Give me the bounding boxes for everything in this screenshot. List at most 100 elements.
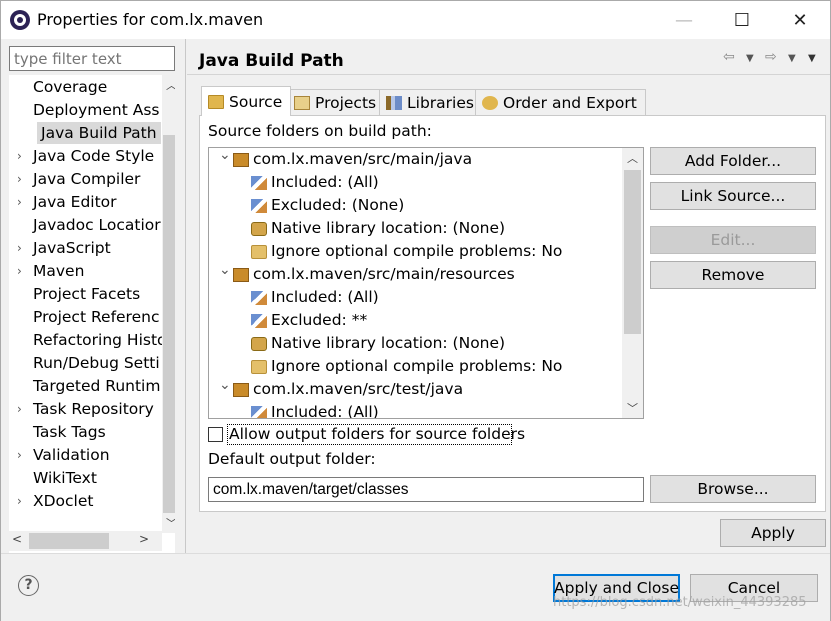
tree-item[interactable]: Project Referenc <box>33 306 159 328</box>
forward-menu-icon[interactable]: ▼ <box>788 53 796 64</box>
row-label: Excluded: ** <box>271 311 368 329</box>
source-tree-scrollbar[interactable]: ︿ ﹀ <box>622 148 643 418</box>
scroll-left-icon[interactable]: < <box>12 532 22 546</box>
scroll-up-icon[interactable]: ︿ <box>166 77 175 93</box>
expand-chevron-icon[interactable]: › <box>17 145 27 167</box>
tab-label: Source <box>229 92 283 111</box>
tree-item[interactable]: Coverage <box>33 76 107 98</box>
tree-item[interactable]: Task Repository <box>33 398 154 420</box>
tree-scroll-thumb[interactable] <box>163 135 175 513</box>
expand-chevron-icon[interactable]: › <box>17 398 27 420</box>
tree-item[interactable]: Refactoring Histo <box>33 329 167 351</box>
tree-item[interactable]: Deployment Ass <box>33 99 160 121</box>
link-source-button[interactable]: Link Source... <box>650 182 816 210</box>
tree-item[interactable]: Java Compiler <box>33 168 140 190</box>
tree-item[interactable]: Validation <box>33 444 110 466</box>
row-label: Ignore optional compile problems: No <box>271 242 563 260</box>
source-folders-tree[interactable]: Included: (All) ⌄ com.lx.maven/src/test/ja… <box>208 147 644 419</box>
tab-label: Projects <box>315 93 377 112</box>
libraries-icon <box>386 95 402 110</box>
expand-chevron-icon[interactable]: › <box>17 490 27 512</box>
tree-item[interactable]: Task Tags <box>33 421 106 443</box>
properties-dialog: Properties for com.lx.maven — ☐ ✕ XDocle… <box>0 0 831 621</box>
expand-chevron-icon[interactable]: › <box>17 191 27 213</box>
tree-vertical-scrollbar[interactable]: ︿ ﹀ <box>162 75 175 533</box>
apply-button[interactable]: Apply <box>720 519 826 547</box>
tab-order-export[interactable]: Order and Export <box>475 89 646 115</box>
expand-chevron-icon[interactable]: › <box>17 168 27 190</box>
inclusion-filter-icon <box>251 291 267 305</box>
tree-item[interactable]: JavaScript <box>33 237 111 259</box>
tree-item[interactable]: WikiText <box>33 467 97 489</box>
scroll-right-icon[interactable]: > <box>139 532 149 546</box>
scroll-down-icon[interactable]: ﹀ <box>627 400 638 416</box>
preference-tree: XDoclet WikiText Validation Task Tags Task R… <box>9 75 175 555</box>
tree-horizontal-scrollbar[interactable]: < > <box>9 531 162 551</box>
allow-output-folders-label[interactable]: Allow output folders for source folders <box>229 425 525 443</box>
tab-label: Order and Export <box>503 93 637 112</box>
filter-input[interactable] <box>9 46 175 71</box>
expand-chevron-icon[interactable]: › <box>17 260 27 282</box>
row-label: com.lx.maven/src/main/java <box>253 150 473 168</box>
tab-projects[interactable]: Projects <box>287 89 386 115</box>
tree-item[interactable]: Targeted Runtim <box>33 375 160 397</box>
collapse-chevron-icon[interactable]: ⌄ <box>219 259 231 282</box>
tab-label: Libraries <box>407 93 474 112</box>
window-title: Properties for com.lx.maven <box>37 10 264 29</box>
row-label: Included: (All) <box>271 288 379 306</box>
back-arrow-icon[interactable]: ⇦ <box>723 49 735 65</box>
view-menu-icon[interactable]: ▼ <box>808 53 816 64</box>
ignore-problems-icon <box>251 245 267 259</box>
tab-source[interactable]: Source <box>201 86 292 116</box>
tree-hscroll-thumb[interactable] <box>29 533 109 549</box>
tree-item[interactable]: XDoclet <box>33 490 93 512</box>
default-output-input[interactable] <box>208 477 644 502</box>
splitter[interactable] <box>185 39 186 553</box>
tree-item[interactable]: Java Editor <box>33 191 117 213</box>
source-folder-icon <box>233 268 249 282</box>
default-output-label: Default output folder: <box>208 450 376 468</box>
native-library-icon <box>251 337 267 351</box>
maximize-button[interactable]: ☐ <box>713 1 771 39</box>
help-icon[interactable]: ? <box>18 575 39 596</box>
tree-item[interactable]: Maven <box>33 260 84 282</box>
allow-output-folders-checkbox[interactable] <box>208 427 223 442</box>
back-menu-icon[interactable]: ▼ <box>746 53 754 64</box>
scroll-down-icon[interactable]: ﹀ <box>166 515 175 531</box>
remove-button[interactable]: Remove <box>650 261 816 289</box>
inclusion-filter-icon <box>251 176 267 190</box>
browse-button[interactable]: Browse... <box>650 475 816 503</box>
tree-item[interactable]: Java Code Style <box>33 145 154 167</box>
source-tree-scroll-thumb[interactable] <box>624 170 641 334</box>
title-bar: Properties for com.lx.maven — ☐ ✕ <box>1 1 830 39</box>
row-label: com.lx.maven/src/main/resources <box>253 265 515 283</box>
row-label: Native library location: (None) <box>271 219 506 237</box>
add-folder-button[interactable]: Add Folder... <box>650 147 816 175</box>
order-export-icon <box>482 95 498 110</box>
expand-chevron-icon[interactable]: › <box>17 237 27 259</box>
native-library-icon <box>251 222 267 236</box>
scroll-up-icon[interactable]: ︿ <box>627 150 638 166</box>
source-folder-icon <box>233 153 249 167</box>
row-label: Ignore optional compile problems: No <box>271 357 563 375</box>
watermark: https://blog.csdn.net/weixin_44393285 <box>553 595 807 610</box>
close-button[interactable]: ✕ <box>771 1 829 39</box>
expand-chevron-icon[interactable]: › <box>17 444 27 466</box>
source-folder-icon <box>208 94 224 109</box>
forward-arrow-icon[interactable]: ⇨ <box>765 49 777 65</box>
row-label: Excluded: (None) <box>271 196 405 214</box>
inclusion-filter-icon <box>251 406 267 418</box>
collapse-chevron-icon[interactable]: ⌄ <box>219 148 231 167</box>
row-label: Included: (All) <box>271 403 379 419</box>
header-divider <box>187 74 830 75</box>
tab-libraries[interactable]: Libraries <box>379 89 483 115</box>
edit-button[interactable]: Edit... <box>650 226 816 254</box>
collapse-chevron-icon[interactable]: ⌄ <box>219 374 231 397</box>
tree-item[interactable]: Project Facets <box>33 283 140 305</box>
ignore-problems-icon <box>251 360 267 374</box>
minimize-button[interactable]: — <box>655 1 713 39</box>
tree-item[interactable]: Run/Debug Setti <box>33 352 160 374</box>
exclusion-filter-icon <box>251 314 267 328</box>
tree-item[interactable]: Javadoc Locatior <box>33 214 161 236</box>
tree-item[interactable]: Java Build Path <box>37 122 161 144</box>
